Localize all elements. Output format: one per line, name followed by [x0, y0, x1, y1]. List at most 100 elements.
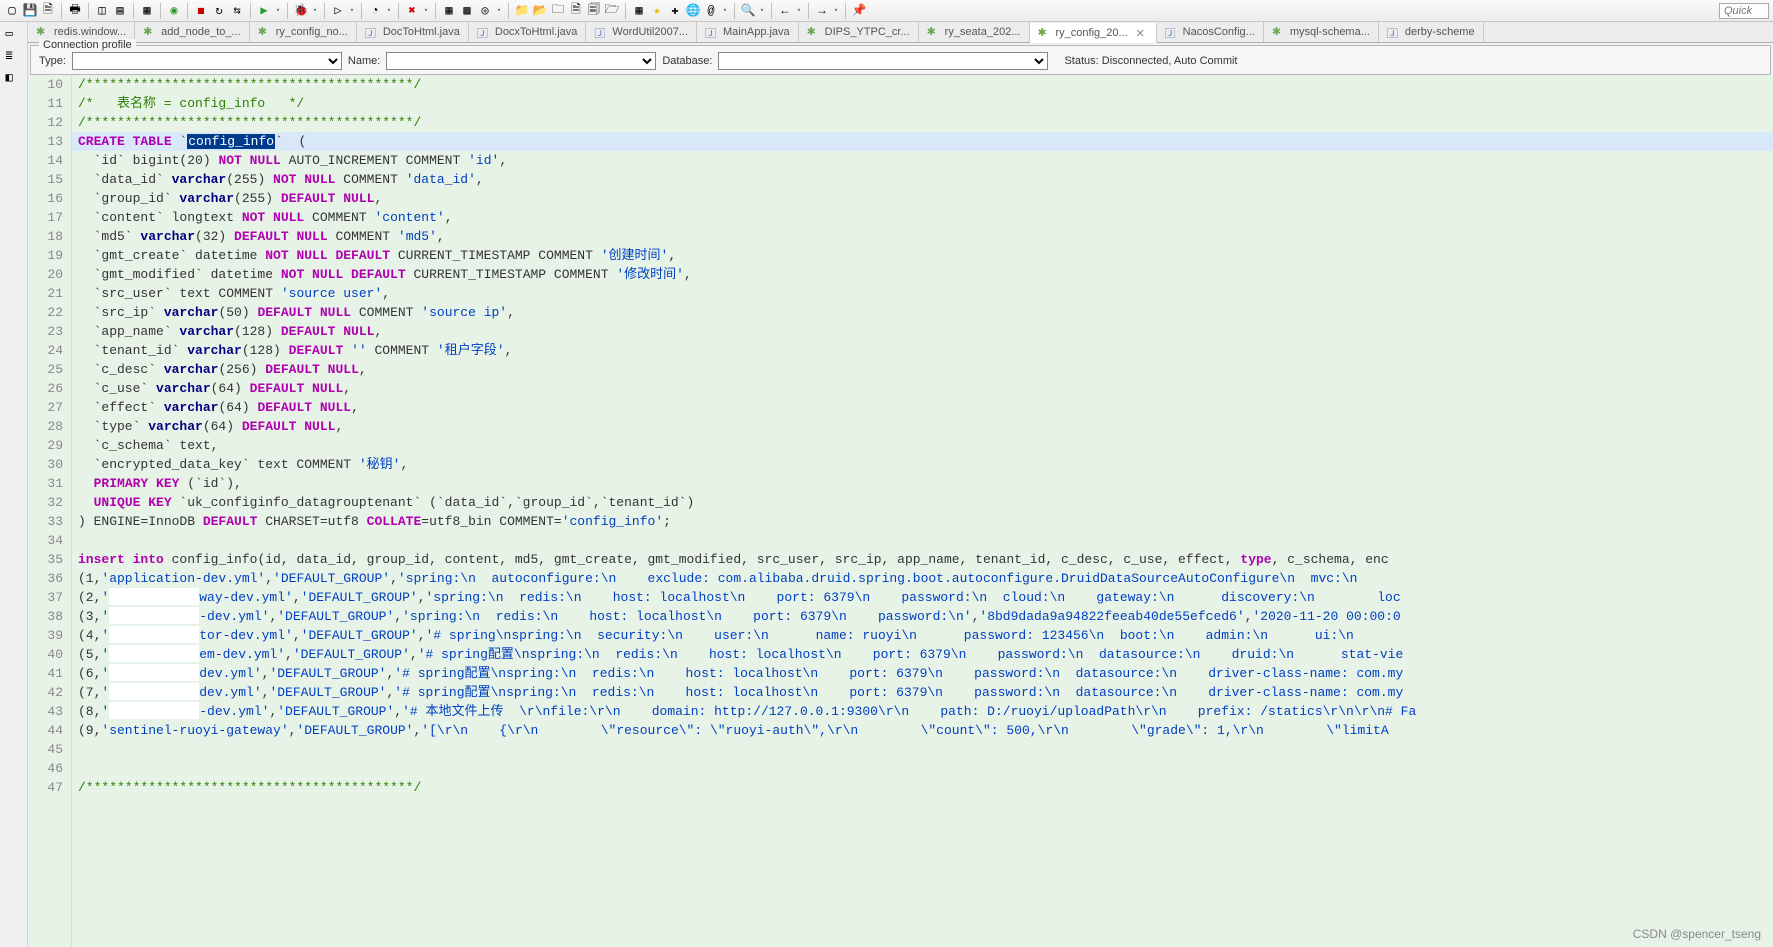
folder2-icon[interactable]: 📂	[532, 3, 548, 19]
code-line[interactable]	[72, 740, 1773, 759]
grid-icon[interactable]: ▦	[631, 3, 647, 19]
code-line[interactable]: `encrypted_data_key` text COMMENT '秘钥',	[72, 455, 1773, 474]
code-line[interactable]: insert into config_info(id, data_id, gro…	[72, 550, 1773, 569]
box-icon[interactable]: ◫	[94, 3, 110, 19]
sql-editor[interactable]: 1011121314151617181920212223242526272829…	[28, 75, 1773, 947]
code-line[interactable]: `src_user` text COMMENT 'source user',	[72, 284, 1773, 303]
code-line[interactable]: `gmt_create` datetime NOT NULL DEFAULT C…	[72, 246, 1773, 265]
quick-search-input[interactable]	[1719, 3, 1769, 19]
grid2-icon[interactable]: ▩	[459, 3, 475, 19]
code-line[interactable]: /***************************************…	[72, 778, 1773, 797]
editor-tab[interactable]: ✱DIPS_YTPC_cr...	[799, 22, 919, 42]
code-line[interactable]: (6,'dev.yml','DEFAULT_GROUP','# spring配置…	[72, 664, 1773, 683]
code-line[interactable]: /* 表名称 = config_info */	[72, 94, 1773, 113]
marker-icon[interactable]: ◧	[6, 70, 22, 86]
code-line[interactable]	[72, 759, 1773, 778]
print-icon[interactable]: 🖶	[67, 3, 83, 19]
dropdown-icon[interactable]: ▾	[422, 3, 430, 19]
close-icon[interactable]: ✕	[1136, 27, 1148, 39]
dropdown-icon[interactable]: ▾	[385, 3, 393, 19]
search-icon[interactable]: 🔍	[740, 3, 756, 19]
code-line[interactable]: `id` bigint(20) NOT NULL AUTO_INCREMENT …	[72, 151, 1773, 170]
code-line[interactable]: CREATE TABLE `config_info` (	[72, 132, 1773, 151]
arrows-icon[interactable]: ⇆	[229, 3, 245, 19]
folder1-icon[interactable]: 📁	[514, 3, 530, 19]
fwd-icon[interactable]: →	[814, 3, 830, 19]
doc3-icon[interactable]: 🗐	[586, 3, 602, 19]
folder3-icon[interactable]: 🗀	[550, 3, 566, 19]
puzzle-icon[interactable]: ✚	[667, 3, 683, 19]
profile-icon[interactable]: ◔	[367, 3, 383, 19]
save-all-icon[interactable]: 🗎	[40, 3, 56, 19]
editor-tab[interactable]: 🄹MainApp.java	[697, 22, 799, 42]
editor-tab[interactable]: ✱ry_seata_202...	[919, 22, 1030, 42]
code-line[interactable]: (3,'-dev.yml','DEFAULT_GROUP','spring:\n…	[72, 607, 1773, 626]
editor-tab[interactable]: ✱ry_config_no...	[250, 22, 357, 42]
editor-tab[interactable]: 🄹derby-scheme	[1379, 22, 1484, 42]
refresh-icon[interactable]: ↻	[211, 3, 227, 19]
run-ext-icon[interactable]: ▷	[330, 3, 346, 19]
doc-icon[interactable]: ▤	[112, 3, 128, 19]
globe-icon[interactable]: 🌐	[685, 3, 701, 19]
code-line[interactable]: (5,'em-dev.yml','DEFAULT_GROUP','# sprin…	[72, 645, 1773, 664]
grid1-icon[interactable]: ▦	[441, 3, 457, 19]
code-line[interactable]: /***************************************…	[72, 75, 1773, 94]
editor-tab[interactable]: ✱add_node_to_...	[135, 22, 250, 42]
code-line[interactable]: UNIQUE KEY `uk_configinfo_datagrouptenan…	[72, 493, 1773, 512]
code-line[interactable]: PRIMARY KEY (`id`),	[72, 474, 1773, 493]
dropdown-icon[interactable]: ▾	[721, 3, 729, 19]
editor-tab[interactable]: ✱ry_config_20...✕	[1030, 23, 1157, 43]
code-line[interactable]: `tenant_id` varchar(128) DEFAULT '' COMM…	[72, 341, 1773, 360]
code-line[interactable]: (2,'way-dev.yml','DEFAULT_GROUP','spring…	[72, 588, 1773, 607]
new-icon[interactable]: ▢	[4, 3, 20, 19]
code-line[interactable]: ) ENGINE=InnoDB DEFAULT CHARSET=utf8 COL…	[72, 512, 1773, 531]
stop-icon[interactable]: ◼	[193, 3, 209, 19]
code-line[interactable]: (1,'application-dev.yml','DEFAULT_GROUP'…	[72, 569, 1773, 588]
code-line[interactable]: `effect` varchar(64) DEFAULT NULL,	[72, 398, 1773, 417]
outline-icon[interactable]: ≣	[6, 48, 22, 64]
at-icon[interactable]: @	[703, 3, 719, 19]
code-area[interactable]: /***************************************…	[72, 75, 1773, 947]
code-line[interactable]: `type` varchar(64) DEFAULT NULL,	[72, 417, 1773, 436]
red-x-icon[interactable]: ✖	[404, 3, 420, 19]
code-line[interactable]	[72, 531, 1773, 550]
folder4-icon[interactable]: 🗁	[604, 3, 620, 19]
code-line[interactable]: `app_name` varchar(128) DEFAULT NULL,	[72, 322, 1773, 341]
code-line[interactable]: `c_schema` text,	[72, 436, 1773, 455]
code-line[interactable]: `content` longtext NOT NULL COMMENT 'con…	[72, 208, 1773, 227]
dropdown-icon[interactable]: ▾	[495, 3, 503, 19]
code-line[interactable]: (7,'dev.yml','DEFAULT_GROUP','# spring配置…	[72, 683, 1773, 702]
editor-tab[interactable]: ✱mysql-schema...	[1264, 22, 1379, 42]
database-select[interactable]	[718, 52, 1048, 70]
code-line[interactable]: (8,'-dev.yml','DEFAULT_GROUP','# 本地文件上传 …	[72, 702, 1773, 721]
pkg-icon[interactable]: ▦	[139, 3, 155, 19]
restore-icon[interactable]: ▭	[6, 26, 22, 42]
code-line[interactable]: `group_id` varchar(255) DEFAULT NULL,	[72, 189, 1773, 208]
type-select[interactable]	[72, 52, 342, 70]
debug-icon[interactable]: 🐞	[293, 3, 309, 19]
doc2-icon[interactable]: 🗎	[568, 3, 584, 19]
name-select[interactable]	[386, 52, 656, 70]
dropdown-icon[interactable]: ▾	[348, 3, 356, 19]
back-icon[interactable]: ←	[777, 3, 793, 19]
dropdown-icon[interactable]: ▾	[758, 3, 766, 19]
code-line[interactable]: (4,'tor-dev.yml','DEFAULT_GROUP','# spri…	[72, 626, 1773, 645]
run-circle-icon[interactable]: ◉	[166, 3, 182, 19]
dropdown-icon[interactable]: ▾	[311, 3, 319, 19]
editor-tab[interactable]: 🄹WordUtil2007...	[586, 22, 697, 42]
pin-icon[interactable]: 📌	[851, 3, 867, 19]
circle-g-icon[interactable]: ◎	[477, 3, 493, 19]
dropdown-icon[interactable]: ▾	[832, 3, 840, 19]
editor-tab[interactable]: 🄹NacosConfig...	[1157, 22, 1264, 42]
dropdown-icon[interactable]: ▾	[274, 3, 282, 19]
code-line[interactable]: `c_desc` varchar(256) DEFAULT NULL,	[72, 360, 1773, 379]
code-line[interactable]: (9,'sentinel-ruoyi-gateway','DEFAULT_GRO…	[72, 721, 1773, 740]
code-line[interactable]: /***************************************…	[72, 113, 1773, 132]
play-green-icon[interactable]: ▶	[256, 3, 272, 19]
code-line[interactable]: `data_id` varchar(255) NOT NULL COMMENT …	[72, 170, 1773, 189]
code-line[interactable]: `c_use` varchar(64) DEFAULT NULL,	[72, 379, 1773, 398]
code-line[interactable]: `md5` varchar(32) DEFAULT NULL COMMENT '…	[72, 227, 1773, 246]
star-y-icon[interactable]: ★	[649, 3, 665, 19]
editor-tab[interactable]: 🄹DocxToHtml.java	[469, 22, 587, 42]
editor-tab[interactable]: 🄹DocToHtml.java	[357, 22, 469, 42]
